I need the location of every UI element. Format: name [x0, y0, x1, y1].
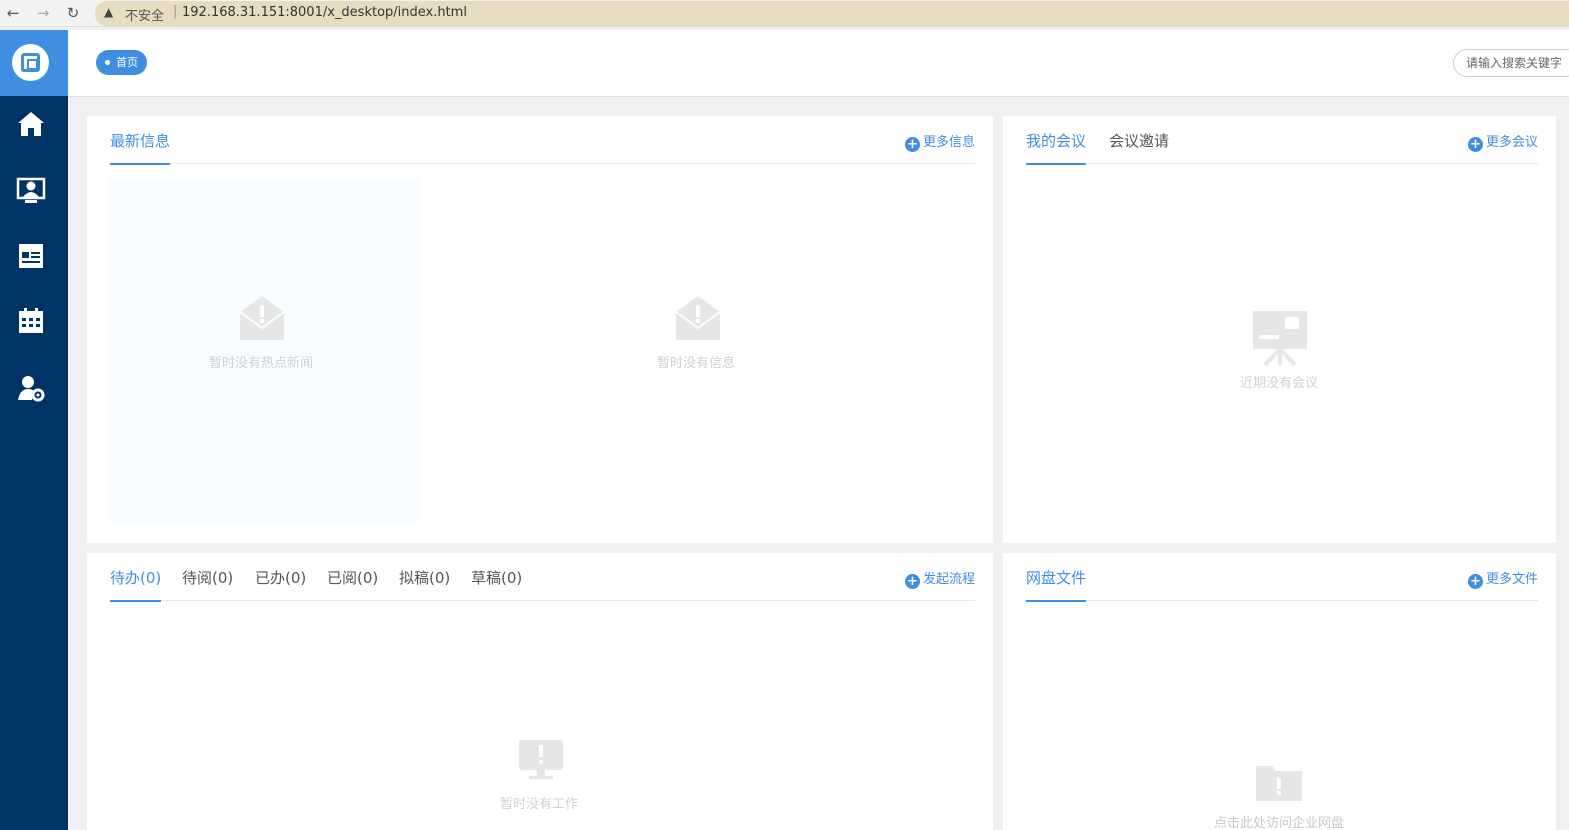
info-empty-text: 暂时没有信息	[657, 356, 736, 371]
tab-home[interactable]: 首页	[96, 50, 147, 75]
logo-icon	[12, 44, 49, 81]
top-header: 首页 请输入搜索关键字	[68, 30, 1569, 97]
more-info-link[interactable]: + 更多信息	[904, 131, 975, 152]
more-meetings-label: 更多会议	[1485, 135, 1538, 150]
calendar-icon[interactable]	[16, 306, 46, 336]
news-panel-header: 最新信息 + 更多信息	[110, 116, 975, 165]
plus-icon: +	[1467, 137, 1483, 152]
plus-icon: +	[904, 574, 920, 589]
task-panel-header: 待办(0) 待阅(0) 已办(0) 已阅(0) 拟稿(0) 草稿(0) + 发起流…	[110, 553, 975, 602]
reload-icon[interactable]: ↻	[62, 3, 84, 23]
disk-panel: 网盘文件 + 更多文件 点击此处访问企业网盘	[1003, 553, 1556, 830]
start-process-link[interactable]: + 发起流程	[904, 568, 975, 589]
more-files-label: 更多文件	[1485, 572, 1538, 587]
sidebar	[0, 30, 68, 830]
hot-news-empty-text: 暂时没有热点新闻	[209, 356, 314, 371]
url-text[interactable]: 192.168.31.151:8001/x_desktop/index.html	[182, 5, 467, 20]
empty-folder-icon	[1256, 766, 1302, 801]
browser-toolbar: ← → ↻ ▲ 不安全 | 192.168.31.151:8001/x_desk…	[0, 0, 1569, 27]
disk-panel-header: 网盘文件 + 更多文件	[1026, 553, 1538, 602]
hot-news-area	[107, 178, 419, 523]
home-icon[interactable]	[16, 109, 46, 139]
tab-drafts[interactable]: 草稿(0)	[471, 567, 522, 601]
app-logo[interactable]	[0, 30, 68, 96]
tab-my-meetings[interactable]: 我的会议	[1026, 130, 1087, 165]
empty-mail-icon	[239, 296, 285, 340]
person-screen-icon[interactable]	[16, 175, 46, 205]
more-files-link[interactable]: + 更多文件	[1467, 568, 1538, 589]
plus-icon: +	[1467, 574, 1483, 589]
meeting-panel: 我的会议 会议邀请 + 更多会议 近期没有会议	[1003, 116, 1556, 543]
document-list-icon[interactable]	[16, 241, 46, 271]
insecure-label[interactable]: 不安全	[125, 5, 164, 24]
empty-meeting-icon	[1253, 311, 1307, 367]
tab-meeting-invites[interactable]: 会议邀请	[1109, 130, 1169, 164]
address-bar[interactable]: ▲ 不安全 | 192.168.31.151:8001/x_desktop/in…	[95, 1, 1569, 26]
warning-icon[interactable]: ▲	[104, 5, 113, 19]
user-settings-icon[interactable]	[16, 373, 46, 403]
tab-drafting[interactable]: 拟稿(0)	[399, 567, 450, 601]
tab-done[interactable]: 已办(0)	[255, 567, 306, 601]
start-process-label: 发起流程	[922, 572, 975, 587]
more-meetings-link[interactable]: + 更多会议	[1467, 131, 1538, 152]
more-info-label: 更多信息	[922, 135, 975, 150]
meeting-empty-text: 近期没有会议	[1240, 376, 1319, 391]
address-separator: |	[173, 4, 178, 19]
meeting-panel-header: 我的会议 会议邀请 + 更多会议	[1026, 116, 1538, 165]
news-panel: 最新信息 + 更多信息 暂时没有热点新闻 暂时没有信息	[87, 116, 993, 543]
empty-mail-icon	[675, 296, 721, 340]
work-empty-text: 暂时没有工作	[500, 797, 579, 812]
plus-icon: +	[904, 137, 920, 152]
back-icon[interactable]: ←	[2, 3, 24, 23]
tab-disk-files[interactable]: 网盘文件	[1026, 567, 1087, 602]
empty-monitor-icon	[519, 740, 563, 779]
search-input[interactable]: 请输入搜索关键字	[1453, 49, 1569, 77]
tab-todo[interactable]: 待办(0)	[110, 567, 162, 602]
task-panel: 待办(0) 待阅(0) 已办(0) 已阅(0) 拟稿(0) 草稿(0) + 发起流…	[87, 553, 993, 830]
tab-to-read[interactable]: 待阅(0)	[182, 567, 233, 601]
forward-icon[interactable]: →	[32, 3, 54, 23]
tab-read[interactable]: 已阅(0)	[327, 567, 378, 601]
disk-empty-link[interactable]: 点击此处访问企业网盘	[1214, 812, 1344, 830]
tab-latest-info[interactable]: 最新信息	[110, 130, 171, 165]
